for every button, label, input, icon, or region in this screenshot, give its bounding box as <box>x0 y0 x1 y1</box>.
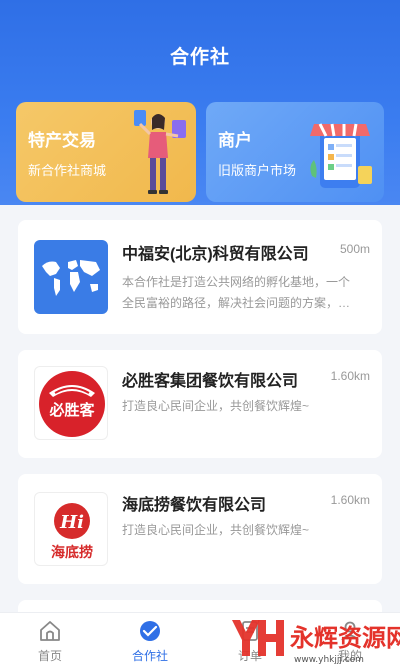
shopping-woman-illustration <box>134 110 186 194</box>
home-icon <box>40 621 60 641</box>
distance: 500m <box>339 242 370 256</box>
company-name: 海底捞餐饮有限公司 <box>122 497 267 514</box>
company-name: 中福安(北京)科贸有限公司 <box>122 246 309 263</box>
logo-text: 海底捞 <box>51 544 93 561</box>
world-map-logo <box>34 240 108 314</box>
logo-text: 必胜客 <box>48 401 95 419</box>
tab-label: 首页 <box>37 649 62 663</box>
tab-home[interactable]: 首页 <box>0 613 100 666</box>
cooperative-icon <box>140 621 160 641</box>
company-description: 本合作社是打造公共网络的孵化基地，一个 全民富裕的路径，解决社会问题的方案，… <box>122 272 372 314</box>
company-description: 打造良心民间企业，共创餐饮辉煌~ <box>122 523 310 537</box>
banner-subtitle: 新合作社商城 <box>28 163 107 178</box>
banner-subtitle: 旧版商户市场 <box>218 163 297 178</box>
banner-title: 商户 <box>218 131 252 150</box>
distance: 1.60km <box>330 493 370 507</box>
page-title: 合作社 <box>169 47 230 68</box>
merchant-banner[interactable]: 商户 旧版商户市场 <box>206 102 384 202</box>
desc-line: 本合作社是打造公共网络的孵化基地，一个 <box>122 275 351 289</box>
company-name: 必胜客集团餐饮有限公司 <box>122 373 299 390</box>
pizza-hut-logo: 必胜客 <box>34 366 108 440</box>
globe-icon <box>42 260 100 296</box>
coop-card[interactable]: 必胜客 必胜客集团餐饮有限公司 1.60km 打造良心民间企业，共创餐饮辉煌~ <box>18 350 382 458</box>
specialty-trade-banner[interactable]: 特产交易 新合作社商城 <box>16 102 196 202</box>
distance: 1.60km <box>330 369 370 383</box>
watermark-url: www.yhkjjj.com <box>294 655 364 665</box>
site-watermark: 永辉资源网 www.yhkjjj.com <box>232 620 400 665</box>
coop-card[interactable]: Hi 海底捞 海底捞餐饮有限公司 1.60km 打造良心民间企业，共创餐饮辉煌~ <box>18 474 382 584</box>
logo-mark: Hi <box>59 512 84 533</box>
haidilao-mark: Hi 海底捞 <box>51 503 93 561</box>
haidilao-logo: Hi 海底捞 <box>34 492 108 566</box>
watermark-brand: 永辉资源网 <box>290 624 400 652</box>
banner-title: 特产交易 <box>28 131 96 150</box>
pizza-hut-mark: 必胜客 <box>39 371 105 437</box>
tab-cooperative[interactable]: 合作社 <box>100 613 200 666</box>
company-description: 打造良心民间企业，共创餐饮辉煌~ <box>122 399 310 413</box>
storefront-phone-illustration <box>310 123 372 188</box>
desc-line: 全民富裕的路径，解决社会问题的方案，… <box>122 296 351 310</box>
tab-label: 合作社 <box>131 649 168 663</box>
coop-card[interactable]: 中福安(北京)科贸有限公司 500m 本合作社是打造公共网络的孵化基地，一个 全… <box>18 220 382 334</box>
